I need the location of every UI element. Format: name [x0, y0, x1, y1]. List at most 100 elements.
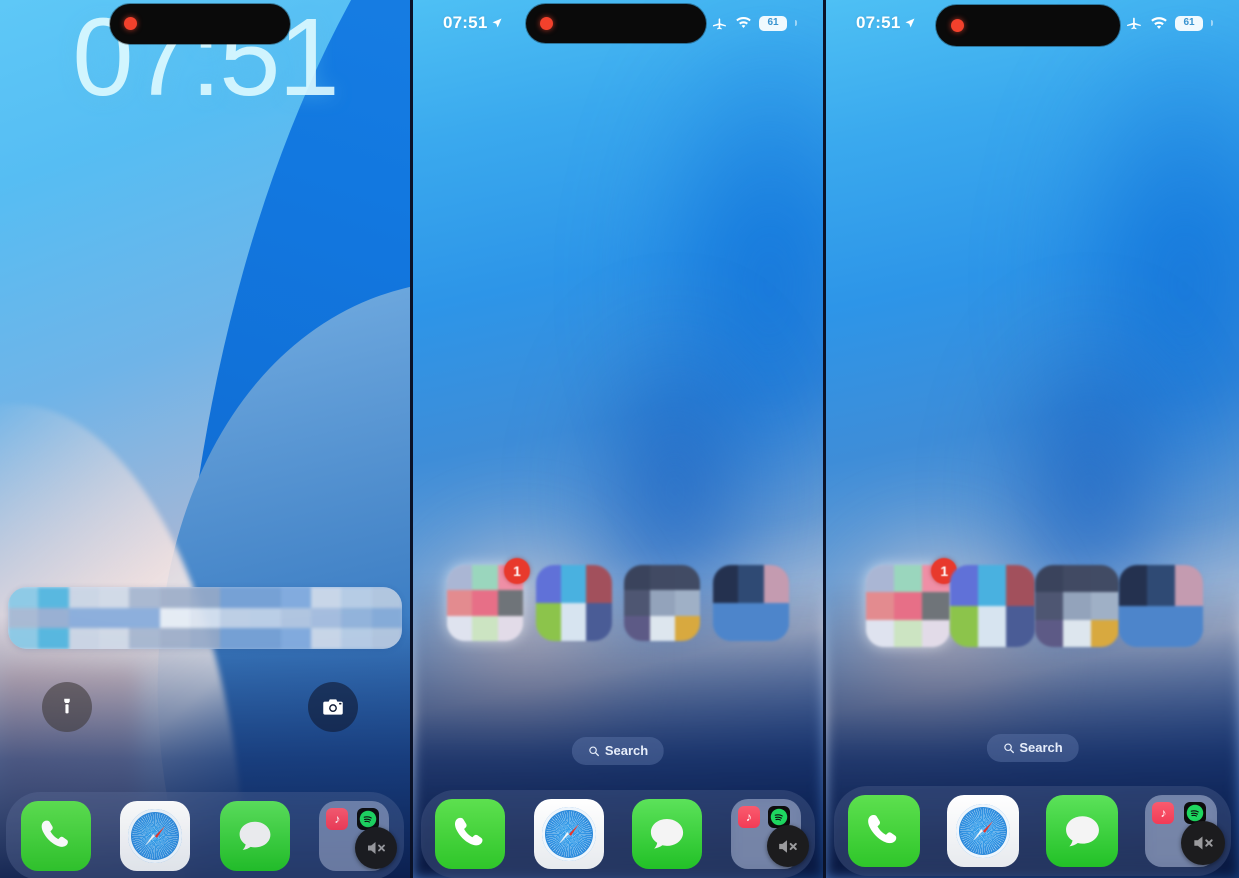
- redacted-tile: [341, 587, 372, 608]
- dock: ♪: [6, 792, 404, 878]
- redacted-tile: [894, 619, 923, 647]
- dock-app-messages[interactable]: [219, 801, 290, 871]
- redacted-tile: [866, 619, 895, 647]
- home-screen-app-icon[interactable]: [950, 565, 1035, 647]
- music-note-icon: ♪: [737, 806, 760, 828]
- redacted-tile: [560, 565, 587, 603]
- camera-button[interactable]: [308, 682, 358, 732]
- redacted-tile: [1062, 619, 1091, 647]
- redacted-tile: [159, 607, 190, 629]
- redacted-tile: [1146, 606, 1175, 647]
- redacted-tile: [129, 607, 160, 629]
- messages-bubble-icon: [632, 799, 703, 869]
- redacted-tile: [535, 603, 561, 641]
- redacted-tile: [98, 587, 130, 608]
- dock: ♪: [834, 786, 1231, 876]
- redacted-tile: [1062, 592, 1091, 620]
- redacted-tile: [763, 565, 789, 603]
- messages-bubble-icon: [219, 801, 290, 871]
- redacted-tile: [189, 628, 221, 649]
- home-screen-app-icon[interactable]: [1118, 565, 1203, 647]
- redacted-tile: [535, 565, 561, 603]
- redacted-tile: [560, 603, 587, 641]
- redacted-tile: [159, 628, 190, 649]
- redacted-tile: [472, 615, 498, 641]
- redacted-tile: [280, 607, 312, 629]
- redacted-tile: [68, 587, 99, 608]
- lockscreen-notification[interactable]: [8, 587, 402, 649]
- redacted-tile: [447, 565, 473, 591]
- home-screen-app-icon[interactable]: 1: [866, 558, 958, 647]
- dock-app-safari[interactable]: [120, 801, 191, 871]
- redacted-tile: [98, 607, 130, 629]
- redacted-tile: [159, 587, 190, 608]
- redacted-tile: [1006, 565, 1035, 606]
- app-badge-count: 1: [504, 558, 530, 584]
- home-screen-app-icon[interactable]: 1: [447, 558, 530, 641]
- redacted-tile: [738, 565, 764, 603]
- dock-app-music-folder[interactable]: ♪: [319, 801, 398, 871]
- messages-bubble-icon: [1046, 795, 1119, 867]
- phone-icon: [435, 799, 506, 869]
- flashlight-button[interactable]: [42, 682, 92, 732]
- redacted-tile: [712, 565, 739, 603]
- redacted-tile: [38, 607, 69, 629]
- music-note-icon: ♪: [1152, 802, 1175, 824]
- redacted-tile: [763, 603, 789, 641]
- dock-app-phone[interactable]: [847, 795, 920, 867]
- music-note-icon: ♪: [326, 808, 349, 830]
- mute-speaker-icon: [766, 825, 809, 867]
- dock-app-music-folder[interactable]: ♪: [1145, 795, 1226, 867]
- dock-app-safari[interactable]: [533, 799, 604, 869]
- redacted-notification-content: [8, 587, 402, 649]
- dock-app-phone[interactable]: [435, 799, 506, 869]
- redacted-tile: [674, 590, 701, 616]
- dock-app-safari[interactable]: [946, 795, 1019, 867]
- redacted-tile: [472, 590, 498, 616]
- redacted-tile: [189, 607, 221, 629]
- dock-app-messages[interactable]: [1046, 795, 1119, 867]
- flashlight-icon: [64, 698, 70, 714]
- redacted-tile: [250, 587, 281, 608]
- redacted-tile: [341, 607, 372, 629]
- redacted-tile: [1034, 592, 1063, 620]
- dynamic-island[interactable]: [526, 4, 706, 43]
- home-screen-app-icon[interactable]: [1034, 565, 1119, 647]
- home-screen-app-grid: 1: [447, 558, 789, 641]
- redacted-tile: [341, 628, 372, 649]
- dock-app-messages[interactable]: [632, 799, 703, 869]
- redacted-tile: [738, 603, 764, 641]
- redacted-tile: [1034, 565, 1063, 593]
- mute-speaker-icon: [1181, 821, 1226, 865]
- dynamic-island[interactable]: [936, 5, 1120, 46]
- search-icon: [1003, 742, 1014, 753]
- dock-app-music-folder[interactable]: ♪: [730, 799, 809, 869]
- redacted-tile: [371, 587, 402, 608]
- redacted-tile: [220, 628, 251, 649]
- redacted-tile: [712, 603, 739, 641]
- redacted-tile: [38, 628, 69, 649]
- mute-speaker-icon: [355, 827, 398, 869]
- home-screen-app-icon[interactable]: [535, 565, 612, 641]
- redacted-app-artwork: [535, 565, 612, 641]
- redacted-tile: [311, 587, 342, 608]
- home-screen-app-icon[interactable]: [624, 565, 701, 641]
- dock-app-phone[interactable]: [20, 801, 91, 871]
- redacted-tile: [311, 628, 342, 649]
- redacted-tile: [586, 603, 612, 641]
- three-phone-screenshots: 07:51 ♪ 07:51 61 1 Search ♪ 07:51 61 1 S…: [0, 0, 1239, 878]
- redacted-tile: [280, 587, 312, 608]
- redacted-tile: [649, 615, 675, 641]
- redacted-tile: [950, 565, 979, 606]
- redacted-tile: [674, 615, 701, 641]
- redacted-tile: [68, 628, 99, 649]
- redacted-tile: [1034, 619, 1063, 647]
- dynamic-island[interactable]: [110, 4, 290, 44]
- redacted-tile: [649, 590, 675, 616]
- redacted-tile: [586, 565, 612, 603]
- home-screen-app-icon[interactable]: [712, 565, 789, 641]
- search-pill-button[interactable]: Search: [986, 734, 1079, 762]
- redacted-tile: [189, 587, 221, 608]
- search-pill-button[interactable]: Search: [571, 737, 665, 765]
- phone-panel-lock-screen: 07:51 ♪: [0, 0, 410, 878]
